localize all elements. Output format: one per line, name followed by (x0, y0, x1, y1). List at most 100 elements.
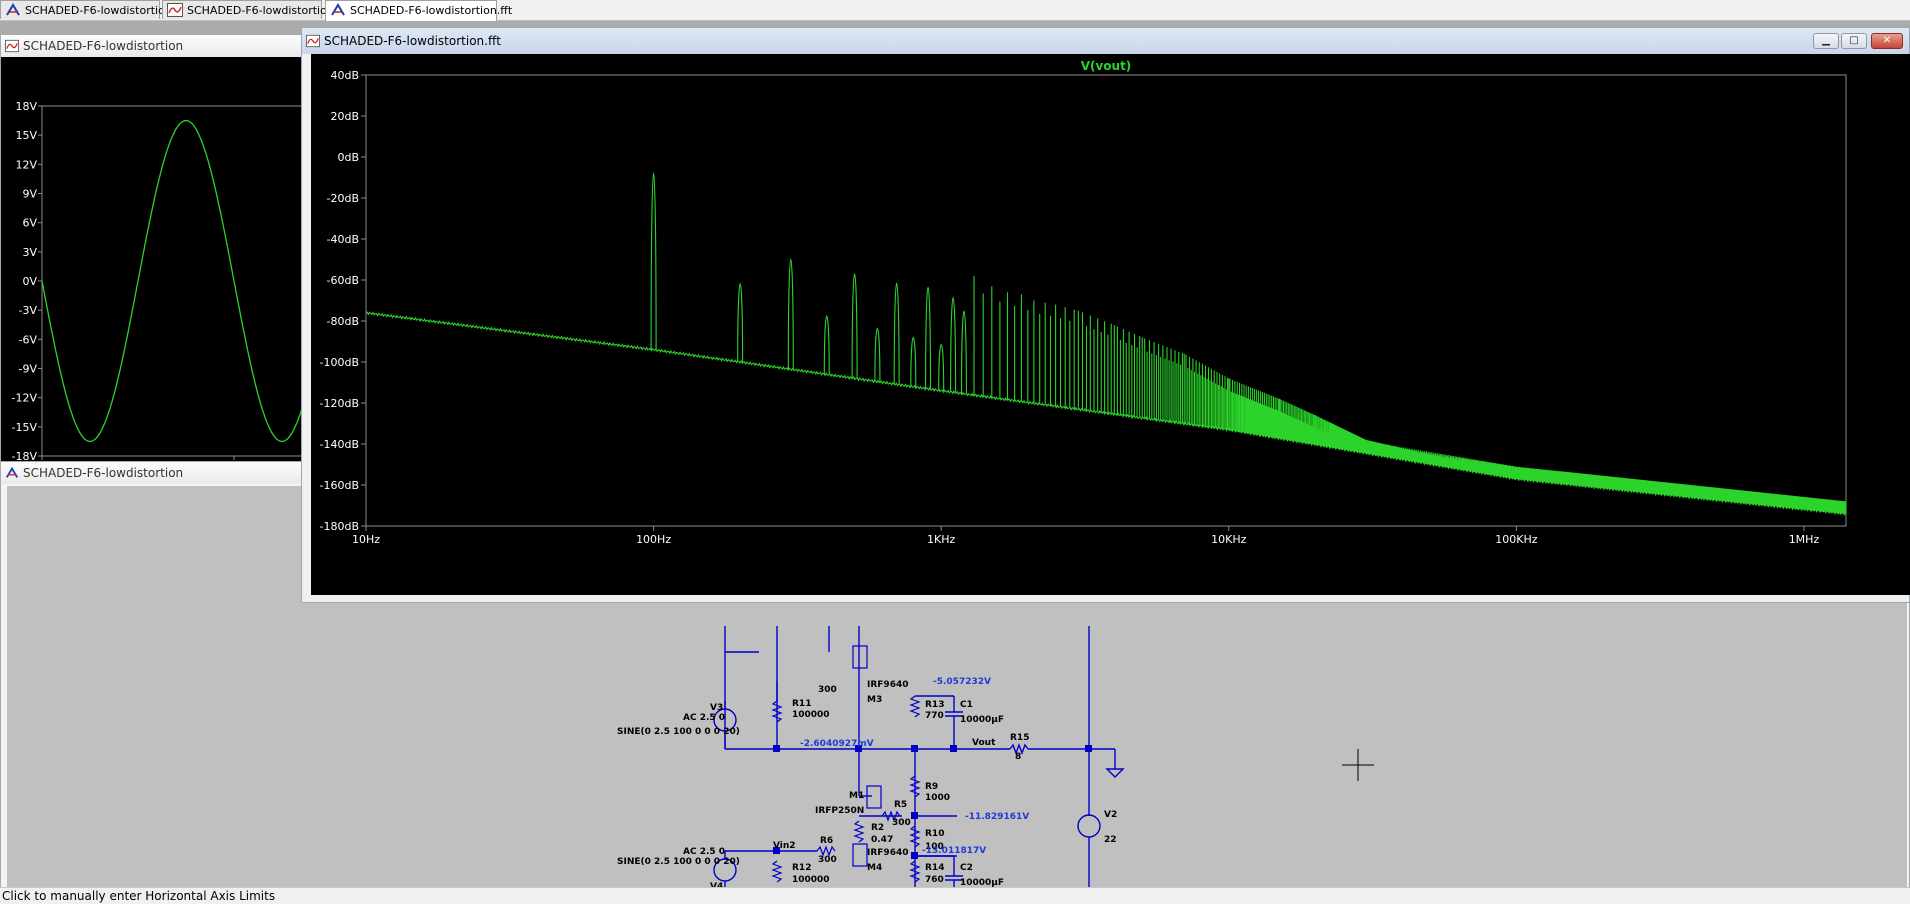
waveform-plot[interactable]: 18V15V12V9V6V3V0V-3V-6V-9V-12V-15V-18V 0… (1, 57, 303, 467)
irf-top-label: IRF9640 (867, 680, 908, 690)
waveform-y-tick-label: -3V (19, 304, 38, 317)
fft-y-tick-label: -80dB (327, 315, 360, 328)
fft-window-title: SCHADED-F6-lowdistortion.fft (324, 34, 501, 48)
fft-x-tick-label: 1KHz (927, 533, 955, 546)
waveform-y-tick-label: 0V (22, 275, 37, 288)
fft-y-tick-label: -100dB (320, 356, 360, 369)
schematic-icon (331, 3, 345, 16)
waveform-y-tick-label: 9V (22, 188, 37, 201)
v3-sine-label: SINE(0 2.5 100 0 0 0 20) (617, 727, 740, 737)
r2-value: 0.47 (871, 835, 893, 845)
minimize-button[interactable]: ▁ (1813, 33, 1839, 49)
schematic-window-title: SCHADED-F6-lowdistortion (23, 466, 184, 480)
r9-label: R9 (925, 782, 938, 792)
status-bar: Click to manually enter Horizontal Axis … (0, 887, 1910, 903)
vin2-label: Vin2 (773, 841, 796, 851)
close-button[interactable]: ✕ (1871, 33, 1903, 49)
fft-y-tick-label: -40dB (327, 233, 360, 246)
schematic-icon (5, 466, 19, 478)
tab-schematic[interactable]: SCHADED-F6-lowdistortion (0, 0, 172, 19)
schematic-wires (713, 626, 1125, 897)
r12-value: 100000 (792, 875, 830, 885)
fft-y-tick-label: 0dB (337, 151, 359, 164)
fft-y-tick-label: 20dB (330, 110, 359, 123)
fft-x-tick-label: 10KHz (1211, 533, 1246, 546)
fft-x-tick-label: 1MHz (1789, 533, 1820, 546)
r9-value: 1000 (925, 793, 950, 803)
v2-label: V2 (1104, 810, 1117, 820)
fft-trace-name[interactable]: V(vout) (1081, 59, 1132, 73)
r14-value: 760 (925, 875, 944, 885)
c1-label: C1 (960, 700, 973, 710)
waveform-y-tick-label: 3V (22, 246, 37, 259)
c1-value: 10000µF (960, 715, 1004, 725)
waveform-y-tick-label: -6V (19, 333, 38, 346)
node-voltage-13: -13.011817V (922, 846, 986, 856)
m1-label: M1 (849, 791, 864, 801)
r-top-value: 300 (818, 685, 837, 695)
waveform-plot-background (1, 57, 303, 467)
r13-value: 770 (925, 711, 944, 721)
v4-sine-label: SINE(0 2.5 100 0 0 0 20) (617, 857, 740, 867)
fft-y-tick-label: -180dB (320, 520, 360, 533)
r2-label: R2 (871, 823, 884, 833)
fft-plot[interactable]: V(vout) 40dB 20dB 0dB -20dB -40dB -60dB -80dB -… (311, 54, 1910, 595)
r10-label: R10 (925, 829, 944, 839)
waveform-icon (306, 34, 320, 48)
r13-label: R13 (925, 700, 944, 710)
waveform-icon (5, 39, 19, 53)
fft-y-tick-label: -160dB (320, 479, 360, 492)
waveform-y-tick-label: -15V (12, 421, 38, 434)
waveform-y-tick-label: 18V (15, 100, 37, 113)
fft-y-tick-label: 40dB (330, 69, 359, 82)
waveform-window-titlebar[interactable]: SCHADED-F6-lowdistortion (1, 35, 301, 57)
fft-x-tick-label: 100KHz (1495, 533, 1537, 546)
r5-label: R5 (894, 800, 907, 810)
m3-label: M3 (867, 695, 882, 705)
r11-label: R11 (792, 699, 811, 709)
fft-x-tick-label: 10Hz (352, 533, 380, 546)
r15-value: 8 (1015, 752, 1021, 762)
fft-y-tick-label: -20dB (327, 192, 360, 205)
tab-waveform[interactable]: SCHADED-F6-lowdistortion (162, 0, 334, 19)
fft-y-tick-label: -60dB (327, 274, 360, 287)
fft-y-tick-label: -140dB (320, 438, 360, 451)
waveform-y-tick-label: 6V (22, 217, 37, 230)
mdi-workspace: SCHADED-F6-lowdistortion 18V 15V 12V 9V 6V 3V… (0, 21, 1910, 901)
fft-plot-background (311, 54, 1910, 595)
waveform-window[interactable]: SCHADED-F6-lowdistortion 18V 15V 12V 9V 6V 3V… (0, 34, 303, 467)
fft-window[interactable]: SCHADED-F6-lowdistortion.fft ▁ □ ✕ V(vou… (301, 27, 1910, 603)
r5-value: 300 (892, 818, 911, 828)
r11-value: 100000 (792, 710, 830, 720)
schematic-icon (6, 3, 20, 16)
waveform-window-title: SCHADED-F6-lowdistortion (23, 39, 184, 53)
r12-label: R12 (792, 863, 811, 873)
r14-label: R14 (925, 863, 944, 873)
maximize-button[interactable]: □ (1841, 33, 1867, 49)
fft-x-tick-label: 100Hz (636, 533, 671, 546)
waveform-icon (167, 3, 183, 17)
mid-node-voltage: -2.6040927mV (800, 739, 874, 749)
waveform-y-tick-label: 12V (15, 158, 37, 171)
r15-label: R15 (1010, 733, 1029, 743)
v4-ac-label: AC 2.5 0 (683, 847, 725, 857)
irfp-label: IRFP250N (815, 806, 864, 816)
r6-value: 300 (818, 855, 837, 865)
v3-name-label: V3 (710, 703, 723, 713)
mdi-tab-bar: SCHADED-F6-lowdistortion SCHADED-F6-lowd… (0, 0, 1910, 21)
c2-label: C2 (960, 863, 973, 873)
v3-ac-label: AC 2.5 0 (683, 713, 725, 723)
node-voltage-11: -11.829161V (965, 812, 1029, 822)
tab-fft[interactable]: SCHADED-F6-lowdistortion.fft (325, 0, 512, 21)
waveform-y-tick-label: -9V (19, 363, 38, 376)
m4-label: M4 (867, 863, 882, 873)
fft-y-tick-label: -120dB (320, 397, 360, 410)
r6-label: R6 (820, 836, 833, 846)
waveform-y-tick-label: -12V (12, 392, 38, 405)
irf-bot-label: IRF9640 (867, 848, 908, 858)
waveform-y-tick-label: 15V (15, 129, 37, 142)
vout-label: Vout (972, 738, 996, 748)
crosshair-cursor-icon (1342, 749, 1374, 781)
fft-window-titlebar[interactable]: SCHADED-F6-lowdistortion.fft ▁ □ ✕ (302, 28, 1909, 54)
v2-value: 22 (1104, 835, 1117, 845)
